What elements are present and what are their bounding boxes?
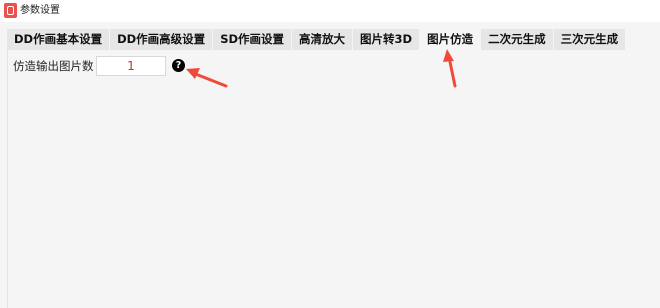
window-title: 参数设置 bbox=[20, 5, 60, 16]
settings-window: 参数设置 DD作画基本设置 DD作画高级设置 SD作画设置 高清放大 图片转3D… bbox=[0, 0, 660, 308]
tab-image-to-3d[interactable]: 图片转3D bbox=[353, 29, 420, 50]
question-circle-icon[interactable]: ? bbox=[172, 59, 185, 72]
tab-anime-generation[interactable]: 二次元生成 bbox=[481, 29, 553, 50]
tab-dd-advanced-settings[interactable]: DD作画高级设置 bbox=[110, 29, 213, 50]
output-count-label: 仿造输出图片数 bbox=[13, 59, 94, 73]
tab-image-imitation[interactable]: 图片仿造 bbox=[420, 29, 481, 50]
tab-realistic-generation[interactable]: 三次元生成 bbox=[553, 29, 626, 50]
app-icon bbox=[4, 3, 17, 18]
tab-hd-upscale[interactable]: 高清放大 bbox=[292, 29, 353, 50]
title-bar: 参数设置 bbox=[0, 0, 660, 22]
output-count-input[interactable] bbox=[96, 56, 166, 76]
tab-bar: DD作画基本设置 DD作画高级设置 SD作画设置 高清放大 图片转3D 图片仿造… bbox=[7, 29, 626, 50]
tab-dd-basic-settings[interactable]: DD作画基本设置 bbox=[7, 29, 110, 50]
tab-sd-settings[interactable]: SD作画设置 bbox=[213, 29, 292, 50]
tab-content-panel bbox=[7, 50, 655, 308]
